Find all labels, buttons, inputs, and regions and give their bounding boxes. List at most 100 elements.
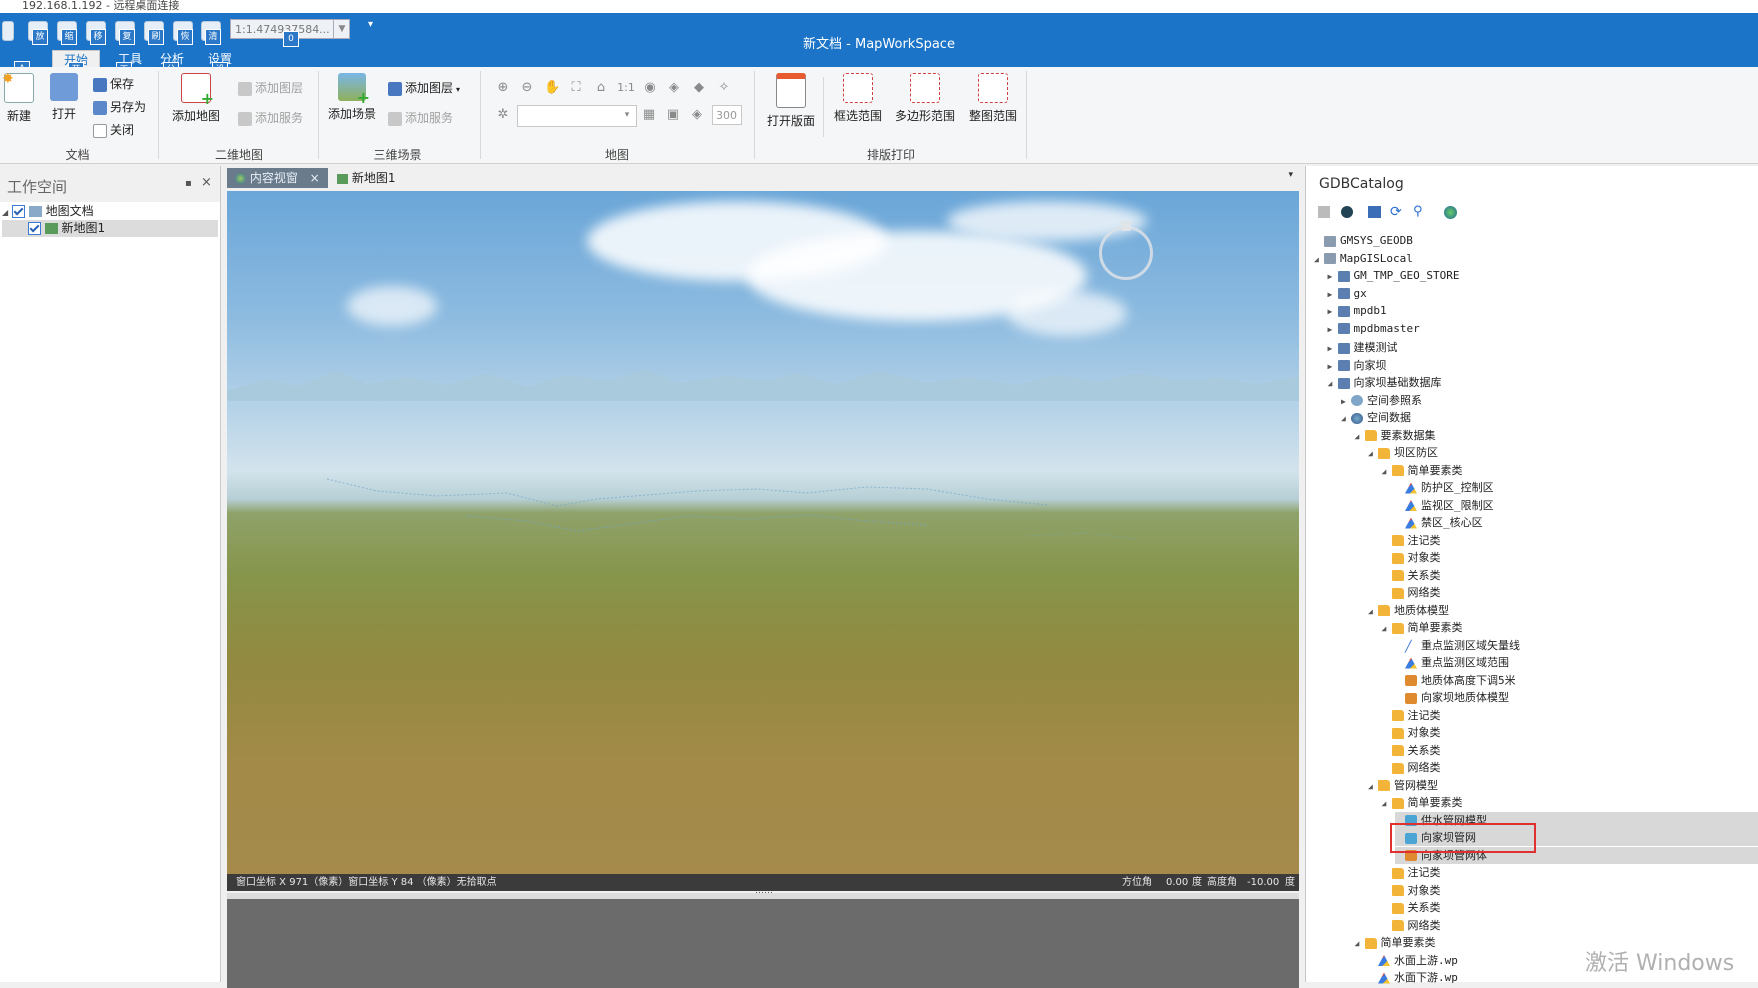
pan-hand-icon[interactable]: ✋ bbox=[544, 80, 560, 96]
catalog-tree-item[interactable]: ▶ 向家坝 bbox=[1328, 357, 1387, 374]
catalog-tree-item[interactable]: GMSYS_GEODB bbox=[1314, 234, 1413, 251]
catalog-tree-item[interactable]: 对象类 bbox=[1382, 549, 1441, 566]
catalog-tree-item[interactable]: ▶ mpdb1 bbox=[1328, 304, 1387, 321]
tab-list-dropdown-icon[interactable]: ▾ bbox=[1288, 170, 1293, 180]
expand-icon[interactable]: ▶ bbox=[1328, 344, 1338, 353]
zoom-out-icon[interactable]: ⊖ bbox=[519, 80, 535, 96]
add-map-button[interactable]: + 添加地图 bbox=[168, 73, 224, 124]
expand-icon[interactable]: ▶ bbox=[1328, 325, 1338, 334]
catalog-tree-item[interactable]: ◢ 简单要素类 bbox=[1382, 462, 1463, 479]
catalog-tree-item[interactable]: 网络类 bbox=[1382, 917, 1441, 934]
open-layout-button[interactable]: 打开版面 bbox=[763, 73, 819, 129]
catalog-tree-item[interactable]: 水面下游.wp bbox=[1368, 969, 1458, 986]
collapse-icon[interactable]: ◢ bbox=[1341, 414, 1351, 423]
eye-icon[interactable]: ◉ bbox=[642, 80, 658, 96]
catalog-tree-item[interactable]: ◢ 空间数据 bbox=[1341, 409, 1411, 426]
catalog-tree-item[interactable]: 关系类 bbox=[1382, 899, 1441, 916]
save-view-icon[interactable]: ▣ bbox=[665, 107, 681, 123]
catalog-tree-item[interactable]: 地质体高度下调5米 bbox=[1395, 672, 1516, 689]
catalog-tree-item[interactable]: ◢ 坝区防区 bbox=[1368, 444, 1438, 461]
catalog-tree-item[interactable]: ◢ 要素数据集 bbox=[1355, 427, 1436, 444]
catalog-tree-item[interactable]: ▶ GM_TMP_GEO_STORE bbox=[1328, 269, 1460, 286]
catalog-tree-item[interactable]: 重点监测区域范围 bbox=[1395, 654, 1509, 671]
catalog-tree-item[interactable]: 注记类 bbox=[1382, 532, 1441, 549]
window-icon[interactable] bbox=[1368, 206, 1381, 218]
connect-icon[interactable] bbox=[1341, 206, 1353, 218]
globe-icon[interactable] bbox=[1444, 206, 1457, 219]
catalog-tree-item[interactable]: 水面上游.wp bbox=[1368, 952, 1458, 969]
catalog-tree-item[interactable]: 网络类 bbox=[1382, 584, 1441, 601]
close-panel-icon[interactable]: × bbox=[201, 175, 212, 190]
add-3d-layer-button[interactable]: 添加图层 ▾ bbox=[388, 79, 460, 96]
expand-icon[interactable]: ▶ bbox=[1328, 290, 1338, 299]
collapse-icon[interactable]: ◢ bbox=[1328, 379, 1338, 388]
catalog-tree-item[interactable]: ╱ 重点监测区域矢量线 bbox=[1395, 637, 1520, 654]
catalog-tree-item[interactable]: ◢ 管网模型 bbox=[1368, 777, 1438, 794]
catalog-tree-item[interactable]: ◢ 简单要素类 bbox=[1382, 619, 1463, 636]
home-icon[interactable]: ⌂ bbox=[593, 80, 609, 96]
catalog-tree-item[interactable]: 禁区_核心区 bbox=[1395, 514, 1483, 531]
collapse-icon[interactable]: ◢ bbox=[1382, 624, 1392, 633]
catalog-tree-item[interactable]: 网络类 bbox=[1382, 759, 1441, 776]
customize-quick-access-icon[interactable]: ▾ bbox=[368, 19, 373, 30]
grid-icon[interactable]: ▦ bbox=[641, 107, 657, 123]
size-input[interactable]: 300 bbox=[712, 105, 742, 125]
catalog-tree-item[interactable]: ◢ MapGISLocal bbox=[1314, 252, 1413, 269]
catalog-tree-item[interactable]: 向家坝地质体模型 bbox=[1395, 689, 1509, 706]
catalog-tree-item[interactable]: 监视区_限制区 bbox=[1395, 497, 1494, 514]
search-icon[interactable]: ⚲ bbox=[1413, 204, 1423, 219]
catalog-tree-item[interactable]: ◢ 向家坝基础数据库 bbox=[1328, 374, 1442, 391]
tab-content-view[interactable]: 内容视窗 × bbox=[227, 168, 328, 188]
catalog-tree-item[interactable]: 关系类 bbox=[1382, 567, 1441, 584]
tree-item-map-document[interactable]: ◢ 地图文档 bbox=[2, 203, 218, 220]
catalog-tree-item[interactable]: 注记类 bbox=[1382, 707, 1441, 724]
expand-icon[interactable]: ▶ bbox=[1328, 362, 1338, 371]
layers-stack-icon[interactable]: ◈ bbox=[666, 80, 682, 96]
catalog-tree-item[interactable]: ◢ 简单要素类 bbox=[1355, 934, 1436, 951]
pin-icon[interactable]: ▪ bbox=[185, 178, 192, 189]
add-3d-service-button[interactable]: 添加服务 bbox=[388, 109, 453, 126]
collapse-icon[interactable]: ◢ bbox=[1382, 799, 1392, 808]
map-combo-dropdown-icon[interactable]: ▾ bbox=[619, 107, 635, 123]
scale-dropdown-icon[interactable]: ▼ bbox=[333, 19, 350, 39]
expand-icon[interactable]: ▶ bbox=[1328, 307, 1338, 316]
add-scene-button[interactable]: + 添加场景 bbox=[326, 73, 378, 122]
full-extent-print-button[interactable]: 整图范围 bbox=[966, 73, 1020, 124]
zoom-in-icon[interactable]: ⊕ bbox=[495, 80, 511, 96]
actual-size-button[interactable]: 1:1 bbox=[616, 80, 636, 96]
collapse-icon[interactable]: ◢ bbox=[1368, 449, 1378, 458]
checkbox-icon[interactable] bbox=[27, 222, 41, 235]
collapse-icon[interactable]: ◢ bbox=[1355, 939, 1365, 948]
catalog-tree-item[interactable]: ▶ mpdbmaster bbox=[1328, 322, 1420, 339]
catalog-tree-item[interactable]: 防护区_控制区 bbox=[1395, 479, 1494, 496]
compass-icon[interactable] bbox=[1099, 221, 1153, 280]
collapse-icon[interactable]: ◢ bbox=[1368, 782, 1378, 791]
catalog-tree-item[interactable]: ▶ 建模测试 bbox=[1328, 339, 1398, 356]
new-button[interactable]: ✸ 新建 bbox=[2, 71, 35, 124]
catalog-tree-item[interactable]: 关系类 bbox=[1382, 742, 1441, 759]
tree-item-new-map[interactable]: 新地图1 bbox=[2, 220, 218, 237]
add-2d-layer-button[interactable]: 添加图层 bbox=[238, 79, 303, 96]
catalog-tree-item[interactable]: 对象类 bbox=[1382, 724, 1441, 741]
collapse-icon[interactable]: ◢ bbox=[1355, 432, 1365, 441]
checkbox-icon[interactable] bbox=[11, 205, 25, 218]
refresh-icon[interactable]: ⟳ bbox=[1390, 204, 1402, 220]
expand-icon[interactable]: ▶ bbox=[1341, 397, 1351, 406]
polygon-extent-button[interactable]: 多边形范围 bbox=[893, 73, 957, 124]
collapse-icon[interactable]: ◢ bbox=[1314, 255, 1324, 264]
save-button[interactable]: 保存 bbox=[93, 75, 134, 92]
pick-icon[interactable]: ✲ bbox=[495, 107, 511, 123]
collapse-icon[interactable]: ◢ bbox=[1382, 467, 1392, 476]
open-button[interactable]: 打开 bbox=[48, 73, 80, 122]
catalog-tree-item[interactable]: ▶ 空间参照系 bbox=[1341, 392, 1422, 409]
expand-icon[interactable]: ▶ bbox=[1328, 272, 1338, 281]
magic-wand-icon[interactable]: ✧ bbox=[716, 80, 732, 96]
add-2d-service-button[interactable]: 添加服务 bbox=[238, 109, 303, 126]
splitter-grip[interactable]: …… bbox=[755, 886, 773, 896]
properties-icon[interactable] bbox=[1318, 206, 1330, 218]
app-menu-icon[interactable] bbox=[2, 21, 14, 41]
close-tab-icon[interactable]: × bbox=[310, 171, 320, 185]
catalog-tree-item[interactable]: ◢ 地质体模型 bbox=[1368, 602, 1449, 619]
stack-icon[interactable]: ◈ bbox=[689, 107, 705, 123]
catalog-tree-item[interactable]: 注记类 bbox=[1382, 864, 1441, 881]
